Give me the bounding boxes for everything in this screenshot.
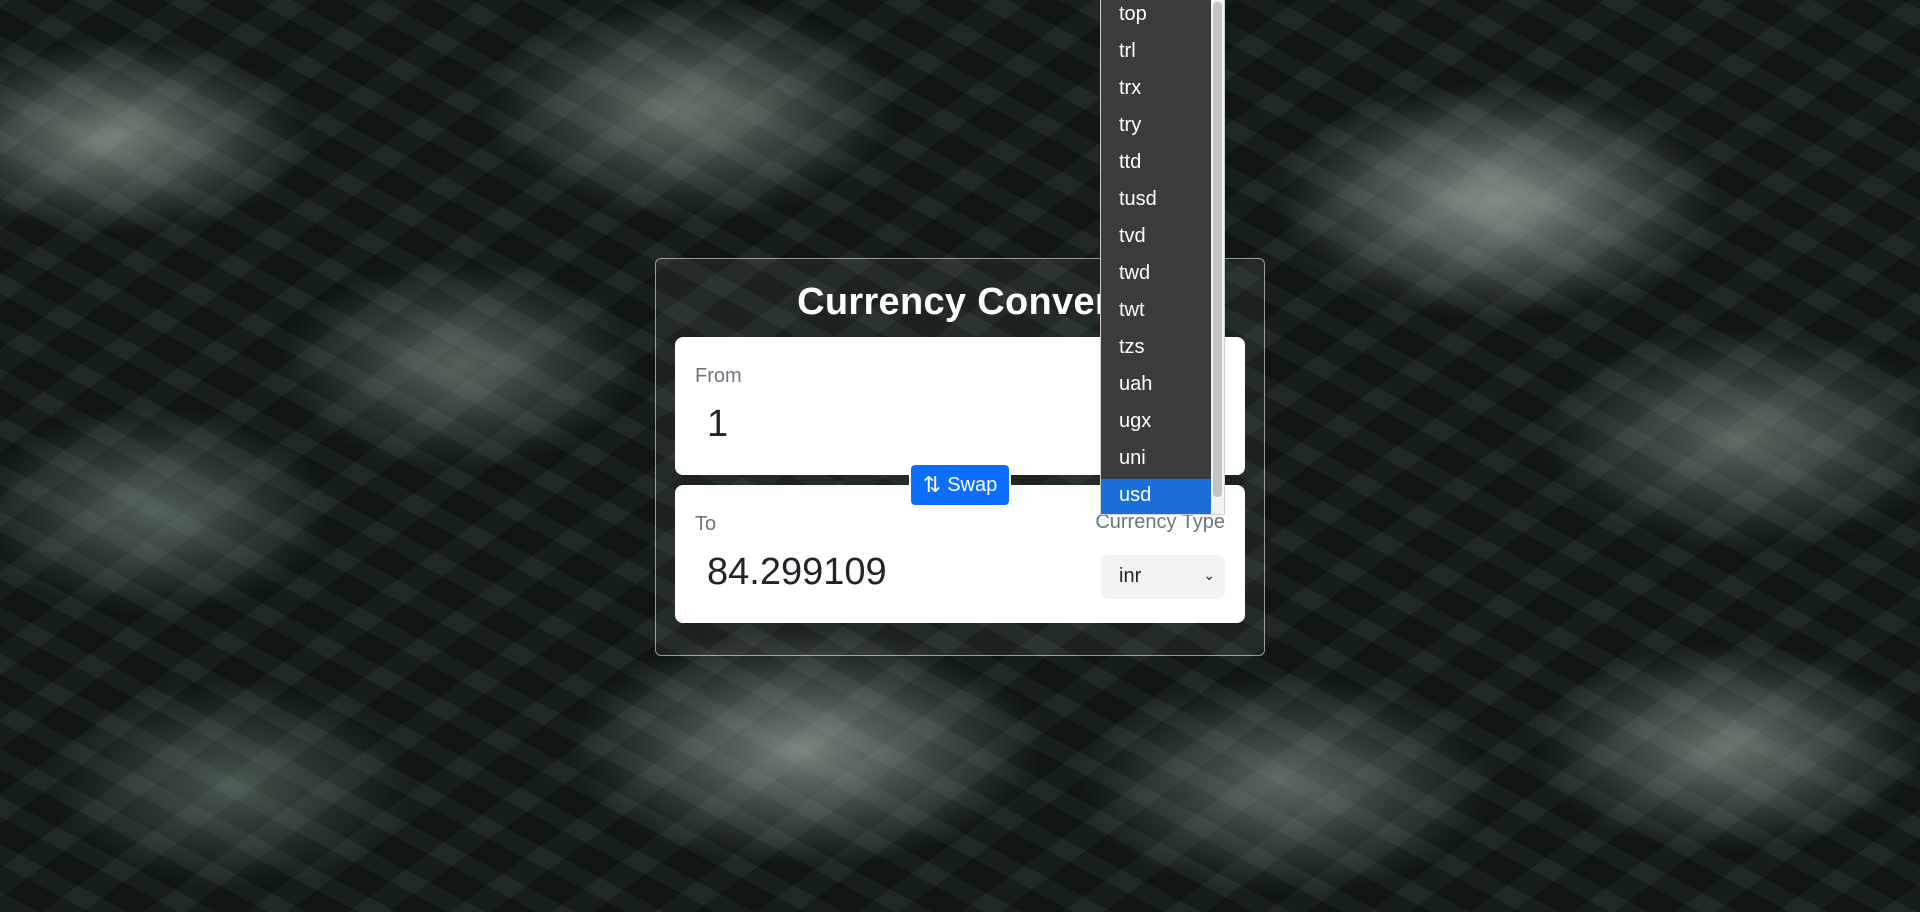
dropdown-option-try[interactable]: try: [1101, 109, 1212, 146]
dropdown-option-tvd[interactable]: tvd: [1101, 220, 1212, 257]
dropdown-option-usd[interactable]: usd: [1101, 479, 1212, 514]
dropdown-option-tzs[interactable]: tzs: [1101, 331, 1212, 368]
to-label: To: [695, 513, 717, 535]
dropdown-option-twd[interactable]: twd: [1101, 257, 1212, 294]
from-label: From: [695, 365, 742, 387]
dropdown-option-trx[interactable]: trx: [1101, 72, 1212, 109]
dropdown-option-top[interactable]: top: [1101, 0, 1212, 35]
swap-button-label: Swap: [947, 473, 998, 496]
dropdown-option-uah[interactable]: uah: [1101, 368, 1212, 405]
swap-button[interactable]: ⇅ Swap: [909, 463, 1011, 507]
chevron-down-icon: ⌄: [1203, 567, 1215, 583]
dropdown-option-ugx[interactable]: ugx: [1101, 405, 1212, 442]
dropdown-option-uni[interactable]: uni: [1101, 442, 1212, 479]
dropdown-option-tusd[interactable]: tusd: [1101, 183, 1212, 220]
dropdown-option-twt[interactable]: twt: [1101, 294, 1212, 331]
dropdown-option-ttd[interactable]: ttd: [1101, 146, 1212, 183]
dropdown-scrollbar-thumb[interactable]: [1213, 2, 1222, 497]
dropdown-scrollbar[interactable]: [1211, 0, 1224, 514]
from-amount-input[interactable]: [693, 399, 1013, 449]
from-currency-dropdown-list[interactable]: top trl trx try ttd tusd tvd twd twt tzs uah ugx uni…: [1100, 0, 1225, 515]
swap-vertical-arrows-icon: ⇅: [922, 472, 942, 497]
to-currency-select[interactable]: inr ⌄: [1101, 555, 1225, 599]
dropdown-options: top trl trx try ttd tusd tvd twd twt tzs uah ugx uni…: [1101, 0, 1224, 514]
dropdown-option-trl[interactable]: trl: [1101, 35, 1212, 72]
to-currency-selected-value: inr: [1119, 565, 1142, 587]
to-amount-input[interactable]: [693, 547, 1013, 597]
